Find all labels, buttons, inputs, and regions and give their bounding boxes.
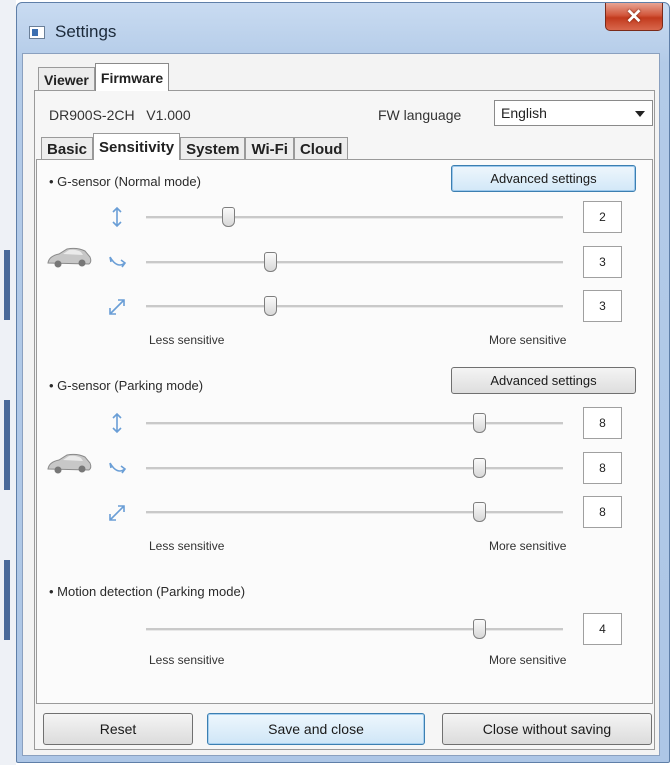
car-icon — [47, 247, 92, 268]
vertical-axis-icon — [112, 206, 122, 228]
desktop-strip — [0, 0, 16, 765]
normal-slider-row: 3 — [37, 290, 654, 323]
lateral-axis-icon — [109, 256, 127, 268]
tab-basic[interactable]: Basic — [41, 137, 94, 160]
fw-language-select[interactable]: English — [494, 100, 653, 126]
parking-lateral-slider-track[interactable] — [146, 458, 563, 478]
normal-lateral-slider-track[interactable] — [146, 252, 563, 272]
model-version: DR900S-2CH V1.000 — [49, 107, 191, 123]
parking-vertical-slider-track[interactable] — [146, 413, 563, 433]
desktop-edge-mark — [4, 560, 10, 640]
parking-diagonal-value: 8 — [583, 496, 622, 528]
close-without-saving-button[interactable]: Close without saving — [442, 713, 652, 745]
parking-lateral-value: 8 — [583, 452, 622, 484]
close-button[interactable]: ✕ — [605, 3, 663, 31]
motion-value: 4 — [583, 613, 622, 645]
fw-language-label: FW language — [378, 107, 462, 123]
slider-thumb[interactable] — [264, 252, 278, 272]
sensitivity-panel: • G-sensor (Normal mode) Advanced settin… — [36, 159, 653, 704]
normal-diagonal-value: 3 — [583, 290, 622, 322]
firmware-panel: DR900S-2CH V1.000 FW language English Ba… — [34, 90, 655, 750]
more-sensitive-label: More sensitive — [489, 333, 567, 347]
diagonal-axis-icon — [109, 505, 125, 521]
app-window-icon — [29, 26, 45, 39]
parking-mode-title: • G-sensor (Parking mode) — [49, 378, 204, 393]
slider-thumb[interactable] — [472, 458, 486, 478]
top-tab-strip: Viewer Firmware — [38, 63, 170, 91]
desktop-edge-mark — [4, 250, 10, 320]
desktop-edge-mark — [4, 400, 10, 490]
reset-button[interactable]: Reset — [43, 713, 193, 745]
title-bar[interactable]: Settings ✕ — [17, 3, 669, 53]
normal-mode-title: • G-sensor (Normal mode) — [49, 174, 201, 189]
slider-thumb[interactable] — [264, 296, 278, 316]
normal-advanced-settings-button[interactable]: Advanced settings — [451, 165, 636, 192]
tab-viewer[interactable]: Viewer — [38, 67, 95, 91]
tab-sensitivity[interactable]: Sensitivity — [93, 133, 181, 160]
window-title: Settings — [55, 22, 117, 41]
car-icon — [47, 453, 92, 474]
motion-detection-title: • Motion detection (Parking mode) — [49, 584, 246, 599]
parking-diagonal-slider-track[interactable] — [146, 502, 563, 522]
tab-wifi[interactable]: Wi-Fi — [245, 137, 294, 160]
settings-window: Settings ✕ Viewer Firmware DR900S-2CH V1… — [16, 2, 670, 763]
normal-vertical-value: 2 — [583, 201, 622, 233]
normal-vertical-slider-track[interactable] — [146, 207, 563, 227]
chevron-down-icon — [635, 111, 645, 117]
tab-firmware[interactable]: Firmware — [94, 63, 170, 91]
normal-slider-row: 2 — [37, 201, 654, 234]
slider-thumb[interactable] — [472, 619, 486, 639]
vertical-axis-icon — [112, 412, 122, 434]
slider-thumb[interactable] — [472, 413, 486, 433]
parking-advanced-settings-button[interactable]: Advanced settings — [451, 367, 636, 394]
motion-slider-track[interactable] — [146, 619, 563, 639]
more-sensitive-label: More sensitive — [489, 539, 567, 553]
slider-thumb[interactable] — [472, 502, 486, 522]
save-and-close-button[interactable]: Save and close — [207, 713, 425, 745]
inner-tab-strip: Basic Sensitivity System Wi-Fi Cloud — [41, 133, 349, 160]
slider-thumb[interactable] — [222, 207, 236, 227]
normal-lateral-value: 3 — [583, 246, 622, 278]
parking-slider-row: 8 — [37, 496, 654, 529]
client-area: Viewer Firmware DR900S-2CH V1.000 FW lan… — [22, 53, 660, 756]
less-sensitive-label: Less sensitive — [149, 333, 225, 347]
normal-diagonal-slider-track[interactable] — [146, 296, 563, 316]
normal-slider-row: 3 — [37, 246, 654, 279]
motion-slider-row: 4 — [37, 613, 654, 646]
parking-slider-row: 8 — [37, 452, 654, 485]
fw-language-value: English — [501, 105, 547, 121]
tab-cloud[interactable]: Cloud — [293, 137, 349, 160]
parking-slider-row: 8 — [37, 407, 654, 440]
more-sensitive-label: More sensitive — [489, 653, 567, 667]
less-sensitive-label: Less sensitive — [149, 539, 225, 553]
lateral-axis-icon — [109, 462, 127, 474]
tab-system[interactable]: System — [180, 137, 246, 160]
diagonal-axis-icon — [109, 299, 125, 315]
parking-vertical-value: 8 — [583, 407, 622, 439]
less-sensitive-label: Less sensitive — [149, 653, 225, 667]
